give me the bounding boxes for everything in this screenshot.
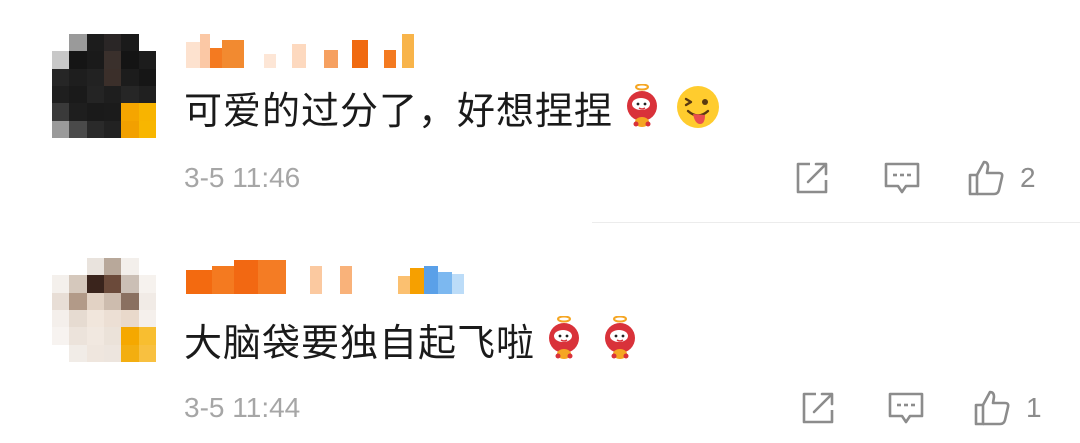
like-count: 1 (1026, 392, 1042, 423)
comment-item: 大脑袋要独自起飞啦 3-5 11:44 1 (0, 230, 1080, 443)
thumbs-up-icon (968, 160, 1004, 196)
like-button[interactable]: 2 (966, 156, 1036, 200)
comment-text: 可爱的过分了，好想捏捏 (184, 82, 721, 133)
wink-tongue-emoji (677, 86, 720, 128)
reply-button[interactable] (882, 156, 922, 200)
avatar[interactable] (52, 34, 156, 138)
comment-icon (888, 392, 924, 424)
apple-mascot-emoji (549, 316, 580, 359)
comment-item: 可爱的过分了，好想捏捏 3-5 11:46 2 (0, 0, 1080, 222)
comment-body: 大脑袋要独自起飞啦 (184, 320, 536, 365)
share-icon (802, 392, 834, 424)
like-count: 2 (1020, 162, 1036, 193)
like-button[interactable]: 1 (972, 386, 1042, 430)
comment-icon (884, 162, 920, 194)
comment-body: 可爱的过分了，好想捏捏 (184, 88, 614, 133)
comment-text: 大脑袋要独自起飞啦 (184, 314, 643, 365)
thumbs-up-icon (974, 390, 1010, 426)
username[interactable] (186, 260, 464, 294)
comment-timestamp: 3-5 11:44 (184, 392, 301, 423)
apple-mascot-emoji (627, 84, 658, 127)
apple-mascot-emoji (605, 316, 636, 359)
reply-button[interactable] (886, 386, 926, 430)
share-button[interactable] (798, 386, 838, 430)
avatar[interactable] (52, 258, 156, 362)
comment-timestamp: 3-5 11:46 (184, 162, 301, 193)
share-icon (796, 162, 828, 194)
share-button[interactable] (792, 156, 832, 200)
divider (592, 222, 1080, 223)
username[interactable] (186, 34, 414, 68)
